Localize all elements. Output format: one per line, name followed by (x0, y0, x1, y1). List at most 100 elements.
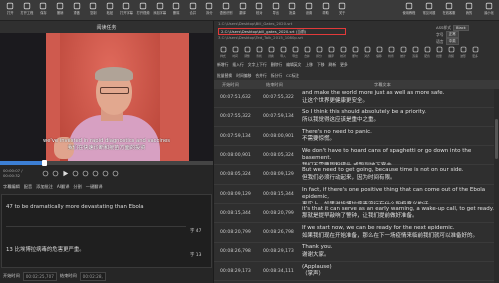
table-row[interactable]: 00:07:51,632 00:07:55,322 and make the wor… (214, 89, 499, 108)
prev-icon[interactable] (41, 169, 49, 177)
table-scrollbar[interactable] (494, 89, 499, 283)
toolbar-split-button[interactable]: 拆分 (201, 0, 218, 21)
func-tab[interactable]: AI翻译 (57, 184, 69, 190)
batch-action[interactable]: 拆分行 (271, 73, 282, 79)
row-text[interactable]: So I think this should absolutely be a p… (302, 109, 499, 126)
toolbar-minimize-button[interactable]: 最小化 (479, 0, 499, 21)
table-row[interactable]: 00:07:55,322 00:07:59,134 So I think this … (214, 108, 499, 127)
toolbar-paste-button[interactable]: 粘贴 (102, 0, 119, 21)
ass-style-select[interactable]: Black (453, 24, 469, 31)
loop-icon[interactable] (91, 169, 99, 177)
row-action[interactable]: 上移 (305, 62, 313, 68)
tool-batch2-button[interactable]: 批量 (433, 46, 445, 58)
tool-inspect-button[interactable]: 检查 (385, 46, 397, 58)
tool-translate2-button[interactable]: 翻译 (325, 46, 337, 58)
row-text[interactable]: In fact, if there's one positive thing t… (302, 187, 499, 204)
fullscreen-icon[interactable] (111, 169, 119, 177)
tool-import-button[interactable]: 导入 (277, 46, 289, 58)
row-action[interactable]: 编辑英文 (286, 62, 301, 68)
col-text[interactable]: 字幕文本 (374, 82, 391, 88)
tool-adjust-button[interactable]: 调整 (241, 46, 253, 58)
tool-merge2-button[interactable]: 合并 (301, 46, 313, 58)
tool-bilingual-button[interactable]: 双语 (409, 46, 421, 58)
row-action[interactable]: 插入行 (232, 62, 243, 68)
toolbar-question-button[interactable]: 常见问题 (419, 0, 439, 21)
tool-proof-button[interactable]: 校对 (337, 46, 349, 58)
editor-english-line[interactable]: 47 to be dramatically more devastating t… (6, 204, 144, 210)
table-row[interactable]: 00:07:59,134 00:08:00,901 There's no need … (214, 128, 499, 147)
row-text[interactable]: There's no need to panic. 不需要惊慌。 (302, 129, 499, 146)
row-text[interactable]: Thank you. 谢谢大家。 (302, 244, 499, 261)
recent-file-3[interactable]: 3.C:\Users\Desktop\Ted_Talk_2015_1080p.s… (218, 35, 428, 41)
toolbar-delete-button[interactable]: 删除 (168, 0, 185, 21)
start-time-field[interactable]: 00:02:25,707 (22, 271, 57, 281)
toolbar-undo-button[interactable]: 撤销 (52, 0, 69, 21)
row-action[interactable]: 下移 (317, 62, 325, 68)
editor-chinese-line[interactable]: 13 比埃博拉病毒的危害更严重。 (6, 245, 85, 253)
toolbar-user-button[interactable]: 我的 (459, 0, 479, 21)
row-text[interactable]: If we start now, we can be ready for the… (302, 225, 499, 242)
toolbar-check-button[interactable]: 校对 (251, 0, 268, 21)
toolbar-copy-button[interactable]: 复制 (85, 0, 102, 21)
toolbar-video-button[interactable]: 打开视频 (135, 0, 152, 21)
scroll-thumb[interactable] (495, 119, 498, 159)
row-action[interactable]: 更多 (340, 62, 348, 68)
toolbar-help-button[interactable]: 帮助 (317, 0, 334, 21)
table-row[interactable]: 00:08:00,901 00:08:05,324 We don't have to… (214, 147, 499, 166)
toolbar-export-button[interactable]: 导出 (268, 0, 285, 21)
toolbar-merge-button[interactable]: 合并 (185, 0, 202, 21)
table-row[interactable]: 00:08:15,344 00:08:20,799 it's that it can… (214, 205, 499, 224)
toolbar-book-button[interactable]: 使用教程 (399, 0, 419, 21)
tool-sentence-button[interactable]: 断句 (349, 46, 361, 58)
row-text[interactable]: it's that it can serve as an early warni… (302, 206, 499, 223)
recent-file-2[interactable]: 2.C:\Users\Desktop\bill_gates_2020.srt (… (218, 28, 346, 35)
toolbar-batch-button[interactable]: 批量 (284, 0, 301, 21)
func-tab[interactable]: 字幕编辑 (3, 184, 20, 190)
recent-file-1[interactable]: 1.C:\Users\Desktop\Bill_Gates_2020.srt (218, 21, 428, 27)
table-row[interactable]: 00:08:20,799 00:08:26,798 If we start now,… (214, 224, 499, 243)
tool-export2-button[interactable]: 导出 (289, 46, 301, 58)
tool-style-button[interactable]: 样式 (217, 46, 229, 58)
row-text[interactable]: (Applause) （掌声） (302, 264, 499, 281)
language-select[interactable]: 中英 (445, 38, 459, 45)
toolbar-add-button[interactable]: 添加字幕 (151, 0, 168, 21)
row-action[interactable]: 删除行 (271, 62, 282, 68)
tool-align-button[interactable]: 对齐 (361, 46, 373, 58)
col-start[interactable]: 开始时间 (222, 82, 239, 88)
end-time-field[interactable]: 00:02:28, (79, 271, 106, 281)
tool-wave-button[interactable]: 波形 (457, 46, 469, 58)
toolbar-save-button[interactable]: 保存 (35, 0, 52, 21)
row-action[interactable]: 文字上下行 (248, 62, 267, 68)
table-row[interactable]: 00:08:05,324 00:08:09,129 But we need to g… (214, 166, 499, 185)
tool-replace-button[interactable]: 替换 (265, 46, 277, 58)
tool-more-button[interactable]: 更多 (469, 46, 481, 58)
tool-find-button[interactable]: 查找 (253, 46, 265, 58)
toolbar-folder-button[interactable]: 打开 (2, 0, 19, 21)
toolbar-folder-open-button[interactable]: 打开工程 (19, 0, 36, 21)
toolbar-redo-button[interactable]: 重做 (68, 0, 85, 21)
row-action[interactable]: 刷新 (329, 62, 337, 68)
row-text[interactable]: and make the world more just as well as … (302, 90, 499, 107)
func-tab[interactable]: 添加批注 (36, 184, 53, 190)
toolbar-gear-button[interactable]: 设置 (301, 0, 318, 21)
tool-offset-button[interactable]: 偏移 (373, 46, 385, 58)
row-action[interactable]: 新增行 (217, 62, 228, 68)
forward-icon[interactable] (71, 169, 79, 177)
func-tab[interactable]: 一键翻译 (86, 184, 103, 190)
batch-action[interactable]: 批量替换 (217, 73, 232, 79)
tool-dub-button[interactable]: 配音 (421, 46, 433, 58)
video-player[interactable]: we've invested in rapid diagnostics and … (0, 33, 213, 161)
batch-action[interactable]: CC标注 (286, 73, 299, 79)
func-tab[interactable]: 配音 (24, 184, 32, 190)
next-icon[interactable] (81, 169, 89, 177)
table-row[interactable]: 00:08:09,129 00:08:15,344 In fact, if ther… (214, 186, 499, 204)
toolbar-subtitle-button[interactable]: 打开字幕 (118, 0, 135, 21)
toolbar-info-button[interactable]: 关于 (334, 0, 351, 21)
tool-audio-button[interactable]: 音频 (445, 46, 457, 58)
func-tab[interactable]: 分割 (73, 184, 81, 190)
play-icon[interactable] (61, 169, 69, 177)
subtitle-editor[interactable]: 47 to be dramatically more devastating t… (1, 194, 212, 268)
toolbar-mic-button[interactable]: 语音识别 (218, 0, 235, 21)
volume-icon[interactable] (101, 169, 109, 177)
tool-time-button[interactable]: 时间 (229, 46, 241, 58)
